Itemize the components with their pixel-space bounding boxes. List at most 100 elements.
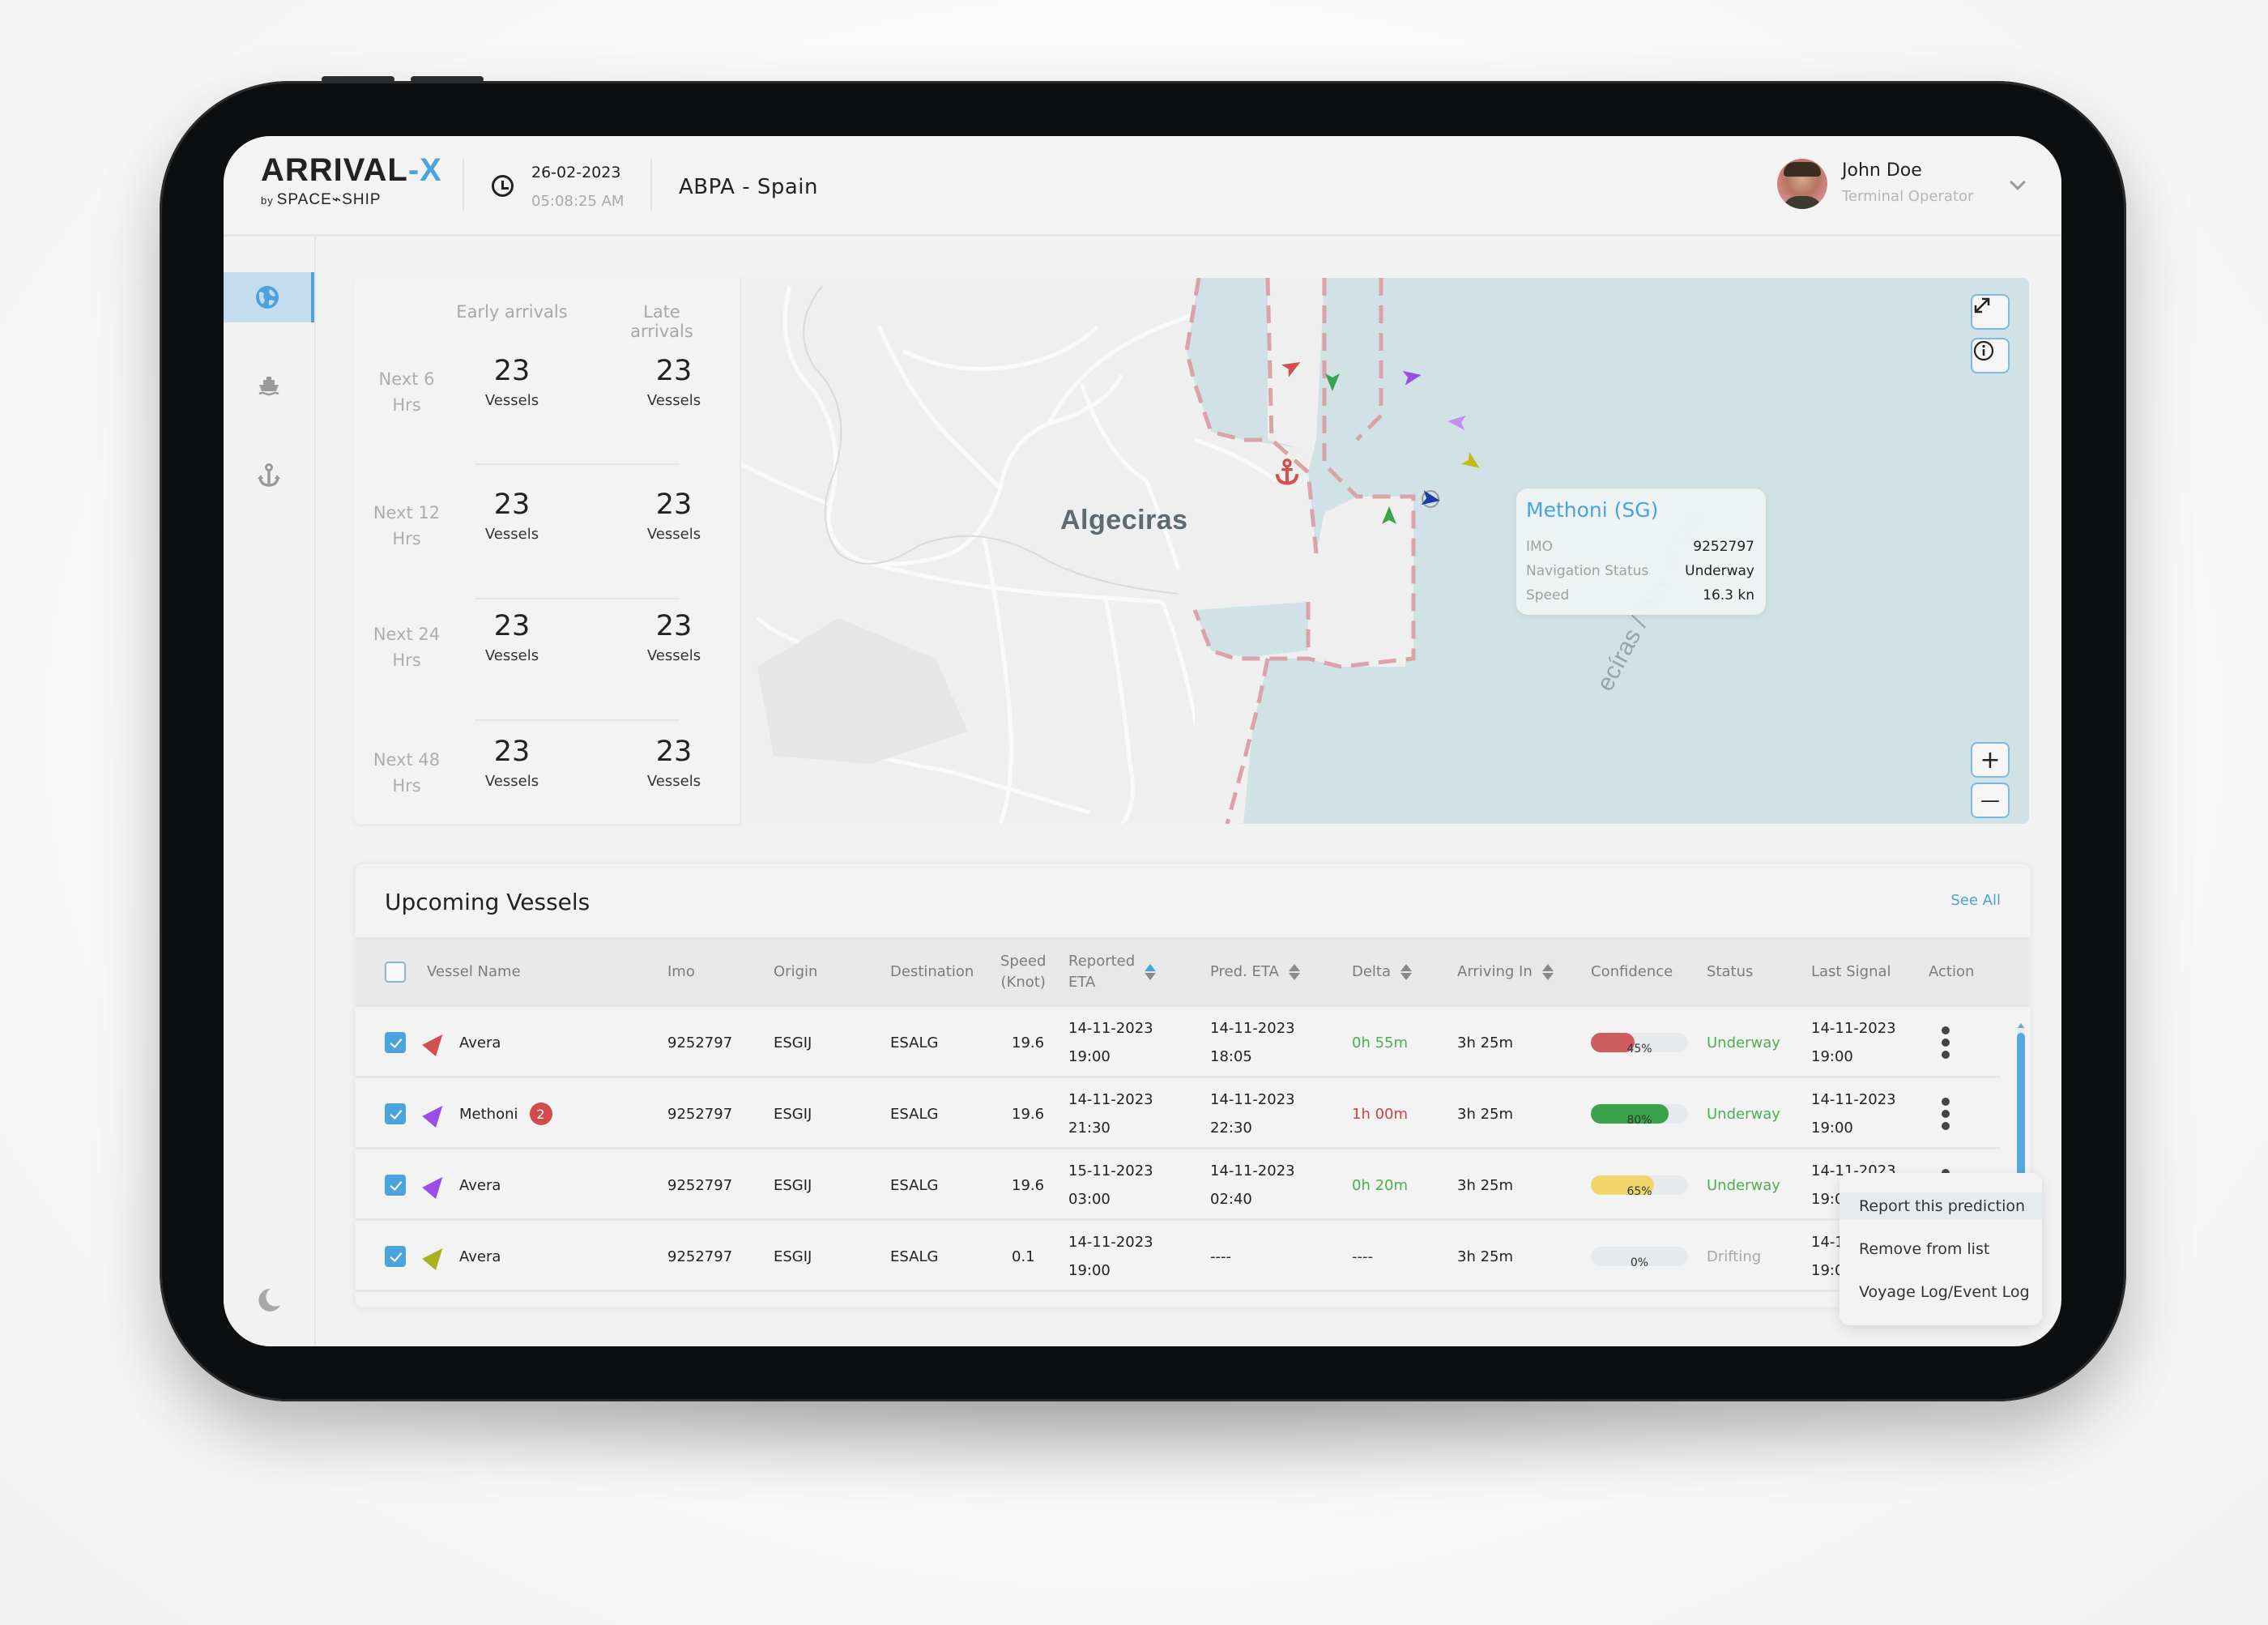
- status-cell: Underway: [1707, 1105, 1780, 1123]
- late-arrivals-24h[interactable]: 23 Vessels: [625, 610, 723, 664]
- imo-cell: 9252797: [667, 1176, 733, 1194]
- fullscreen-button[interactable]: [1971, 294, 2010, 330]
- row-actions-button[interactable]: [1942, 1078, 1950, 1149]
- speed-cell: 19.6: [1012, 1034, 1045, 1051]
- table-row[interactable]: Methoni 2 9252797 ESGIJ ESALG 19.6 14-11-2023 2…: [356, 1078, 2000, 1149]
- header-divider: [463, 159, 464, 211]
- col-vessel-name: Vessel Name: [427, 963, 521, 980]
- clock-icon: [492, 175, 514, 197]
- menu-item-remove-from-list[interactable]: Remove from list: [1840, 1235, 2042, 1263]
- early-arrivals-6h[interactable]: 23 Vessels: [463, 355, 561, 409]
- sidebar: Live: [224, 237, 316, 1346]
- sort-icon[interactable]: [1400, 964, 1413, 980]
- col-delta[interactable]: Delta: [1352, 937, 1413, 1007]
- reported-eta-cell: 14-11-2023 19:00: [1068, 1234, 1153, 1279]
- app-logo[interactable]: ARRIVAL-X by SPACE⌁SHIP: [261, 152, 442, 209]
- early-arrivals-48h[interactable]: 23 Vessels: [463, 736, 561, 790]
- origin-cell: ESGIJ: [774, 1105, 812, 1123]
- speed-cell: 0.1: [1012, 1248, 1035, 1265]
- stat-period: Next 12: [373, 503, 441, 522]
- status-cell: Underway: [1707, 1176, 1780, 1194]
- see-all-link[interactable]: See All: [1950, 892, 2001, 909]
- col-speed: Speed (Knot): [1000, 953, 1047, 991]
- sort-icon[interactable]: [1288, 964, 1300, 980]
- expand-icon: [1974, 297, 1990, 313]
- vessel-map[interactable]: Algeciras ecíras / Bay of Gib: [741, 278, 2029, 824]
- sort-icon[interactable]: [1541, 964, 1554, 980]
- row-actions-button[interactable]: [1942, 1007, 1950, 1078]
- early-arrivals-24h[interactable]: 23 Vessels: [463, 610, 561, 664]
- row-checkbox[interactable]: [385, 1103, 406, 1124]
- select-all-checkbox[interactable]: [385, 962, 406, 983]
- table-row[interactable]: Avera 9252797 ESGIJ ESALG 19.6 15-11-2023 03:0…: [356, 1149, 2000, 1221]
- origin-cell: ESGIJ: [774, 1034, 812, 1051]
- vessel-heading-icon: [422, 1171, 450, 1200]
- sort-icon[interactable]: [1145, 964, 1157, 980]
- tooltip-value: 16.3 kn: [1703, 587, 1754, 604]
- stat-row-48h: Next 48 Hrs 23 Vessels 23 Vessels: [354, 736, 741, 865]
- vessel-name-cell[interactable]: Methoni 2: [422, 1078, 552, 1149]
- ship-icon: [258, 377, 279, 396]
- stat-divider: [475, 463, 680, 465]
- arriving-in-cell: 3h 25m: [1457, 1248, 1514, 1265]
- stat-period-unit: Hrs: [392, 776, 421, 795]
- destination-cell: ESALG: [890, 1034, 939, 1051]
- header-time: 05:08:25 AM: [531, 193, 625, 210]
- status-cell: Underway: [1707, 1034, 1780, 1051]
- late-arrivals-12h[interactable]: 23 Vessels: [625, 488, 723, 543]
- scroll-up-arrow[interactable]: [2018, 1023, 2024, 1028]
- moon-icon: [258, 1288, 280, 1312]
- pred-eta-cell: 14-11-2023 02:40: [1210, 1162, 1295, 1208]
- sidebar-item-vessels[interactable]: [224, 361, 314, 412]
- vessel-marker[interactable]: [1382, 506, 1396, 524]
- reported-eta-cell: 14-11-2023 19:00: [1068, 1020, 1153, 1065]
- vessel-marker[interactable]: [1447, 414, 1466, 430]
- table-row[interactable]: Avera 9252797 ESGIJ ESALG 19.6 14-11-2023 19:0…: [356, 1007, 2000, 1078]
- zoom-in-button[interactable]: +: [1971, 742, 2010, 778]
- col-reported-eta[interactable]: Reported ETA: [1068, 937, 1157, 1007]
- vessel-marker[interactable]: [1460, 451, 1484, 474]
- early-arrivals-12h[interactable]: 23 Vessels: [463, 488, 561, 543]
- menu-item-report-prediction[interactable]: Report this prediction: [1840, 1192, 2042, 1220]
- speed-cell: 19.6: [1012, 1105, 1045, 1123]
- imo-cell: 9252797: [667, 1105, 733, 1123]
- late-arrivals-6h[interactable]: 23 Vessels: [625, 355, 723, 409]
- row-checkbox[interactable]: [385, 1175, 406, 1196]
- tablet-frame: ARRIVAL-X by SPACE⌁SHIP 26-02-2023 05:08:…: [160, 76, 2126, 1401]
- port-selector[interactable]: ABPA - Spain: [679, 175, 818, 199]
- vessel-marker[interactable]: [1402, 368, 1423, 386]
- user-avatar[interactable]: [1777, 159, 1827, 209]
- row-checkbox[interactable]: [385, 1032, 406, 1053]
- stat-period: Next 24: [373, 625, 441, 644]
- logo-accent-text: -X: [407, 152, 442, 188]
- anchor-icon: [258, 463, 280, 487]
- tooltip-vessel-name[interactable]: Methoni (SG): [1526, 498, 1658, 522]
- col-pred-eta[interactable]: Pred. ETA: [1210, 937, 1300, 1007]
- delta-cell: 0h 55m: [1352, 1034, 1409, 1051]
- confidence-bar: 0%: [1591, 1247, 1688, 1269]
- row-checkbox[interactable]: [385, 1246, 406, 1267]
- sidebar-item-port[interactable]: [224, 450, 314, 501]
- vessel-name-cell[interactable]: Avera: [422, 1149, 501, 1221]
- vessel-name-cell[interactable]: Avera: [422, 1221, 501, 1292]
- menu-item-voyage-log[interactable]: Voyage Log/Event Log: [1840, 1278, 2042, 1306]
- stat-period-unit: Hrs: [392, 650, 421, 670]
- vessel-name-cell[interactable]: Avera: [422, 1007, 501, 1078]
- row-action-menu: Report this prediction Remove from list …: [1840, 1173, 2042, 1325]
- confidence-bar: 45%: [1591, 1033, 1688, 1056]
- stat-row-6h: Next 6 Hrs 23 Vessels 23 Vessels: [354, 355, 741, 484]
- map-info-button[interactable]: [1971, 338, 2010, 373]
- late-arrivals-48h[interactable]: 23 Vessels: [625, 736, 723, 790]
- delta-cell: 1h 00m: [1352, 1105, 1409, 1123]
- vessel-marker[interactable]: [1325, 373, 1340, 391]
- col-arriving-in[interactable]: Arriving In: [1457, 937, 1554, 1007]
- more-vertical-icon: [1942, 1026, 1950, 1059]
- confidence-cell: 0%: [1591, 1221, 1688, 1292]
- chevron-down-icon[interactable]: [2010, 174, 2026, 190]
- zoom-out-button[interactable]: —: [1971, 783, 2010, 818]
- theme-toggle[interactable]: [224, 1275, 314, 1325]
- confidence-cell: 45%: [1591, 1007, 1688, 1078]
- table-row[interactable]: Avera 9252797 ESGIJ ESALG 0.1 14-11-2023 19:00…: [356, 1221, 2000, 1292]
- sidebar-item-map[interactable]: [224, 272, 314, 322]
- vessel-marker[interactable]: [1281, 356, 1304, 377]
